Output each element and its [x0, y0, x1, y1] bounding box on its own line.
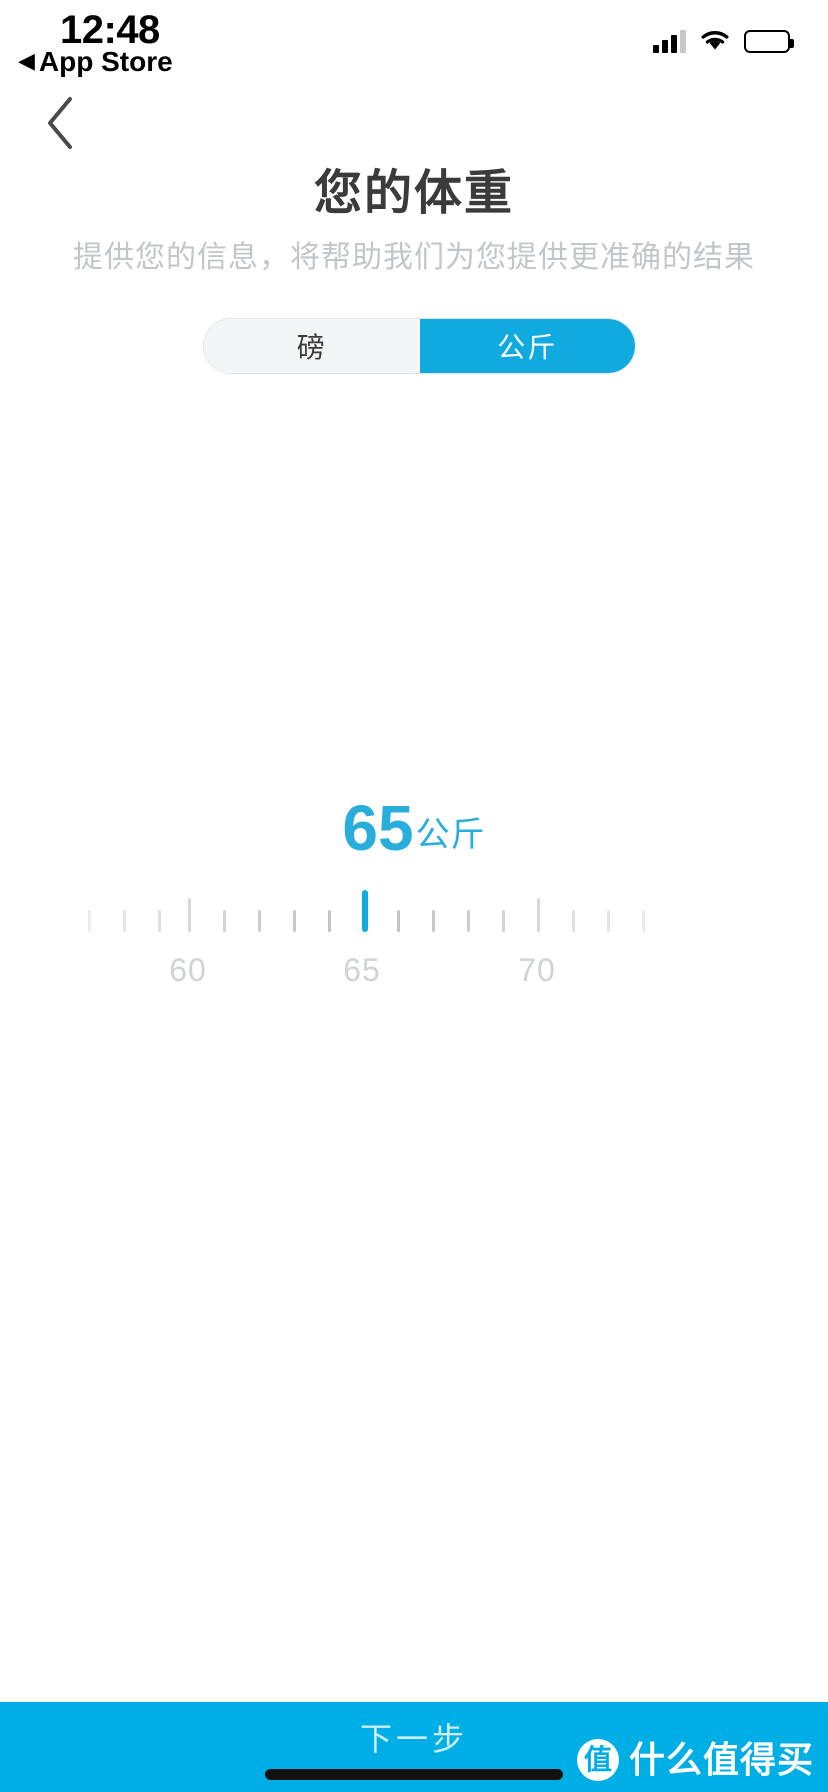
status-icons [653, 24, 794, 58]
ruler-tick [293, 910, 296, 932]
back-triangle-icon: ◀ [18, 48, 35, 73]
ruler-tick [397, 910, 400, 932]
unit-toggle[interactable]: 磅 公斤 [203, 318, 636, 374]
ruler-label: 65 [343, 952, 381, 988]
status-bar: 12:48 ◀ App Store [0, 0, 828, 88]
ruler-tick [537, 898, 540, 932]
ruler-tick [572, 910, 575, 932]
ruler-tick [123, 910, 126, 932]
ruler-tick-current [362, 890, 368, 932]
chevron-left-icon [43, 95, 77, 151]
ruler-tick [188, 898, 191, 932]
ruler-tick [502, 910, 505, 932]
ruler-tick [432, 910, 435, 932]
weight-value-unit: 公斤 [415, 816, 486, 854]
unit-option-lb[interactable]: 磅 [204, 319, 420, 373]
wifi-icon [700, 29, 730, 53]
unit-option-kg[interactable]: 公斤 [419, 319, 635, 373]
app-screen: 12:48 ◀ App Store 您的体重 提供您的信息，将帮助我们为您提供更… [0, 0, 828, 1792]
return-app-label: App Store [38, 46, 173, 77]
watermark-text: 什么值得买 [628, 1739, 814, 1780]
return-to-app-store-link[interactable]: ◀ App Store [18, 46, 173, 78]
ruler-tick [258, 910, 261, 932]
page-subtitle: 提供您的信息，将帮助我们为您提供更准确的结果 [73, 241, 755, 274]
ruler-tick [607, 910, 610, 932]
weight-value-number: 65 [342, 792, 414, 864]
cellular-signal-icon [653, 29, 686, 53]
ruler-tick [328, 910, 331, 932]
watermark-badge-icon: 值 [576, 1739, 619, 1781]
ruler-tick [88, 910, 91, 932]
ruler-label: 60 [169, 952, 207, 988]
weight-ruler-labels: 60 65 70 [0, 948, 828, 994]
ruler-tick [158, 910, 161, 932]
ruler-label: 70 [518, 952, 556, 988]
weight-value-display: 65 公斤 [0, 790, 828, 860]
bottom-bar: 下一步 值 什么值得买 [0, 1702, 828, 1792]
ruler-tick [467, 910, 470, 932]
weight-ruler-slider[interactable] [0, 880, 828, 932]
home-indicator[interactable] [265, 1769, 563, 1780]
page-title: 您的体重 [313, 167, 514, 220]
next-button-label: 下一步 [359, 1721, 468, 1757]
back-button[interactable] [20, 88, 100, 158]
ruler-tick [642, 910, 645, 932]
ruler-tick [223, 910, 226, 932]
battery-full-icon [744, 29, 794, 53]
watermark: 值 什么值得买 [576, 1738, 814, 1782]
